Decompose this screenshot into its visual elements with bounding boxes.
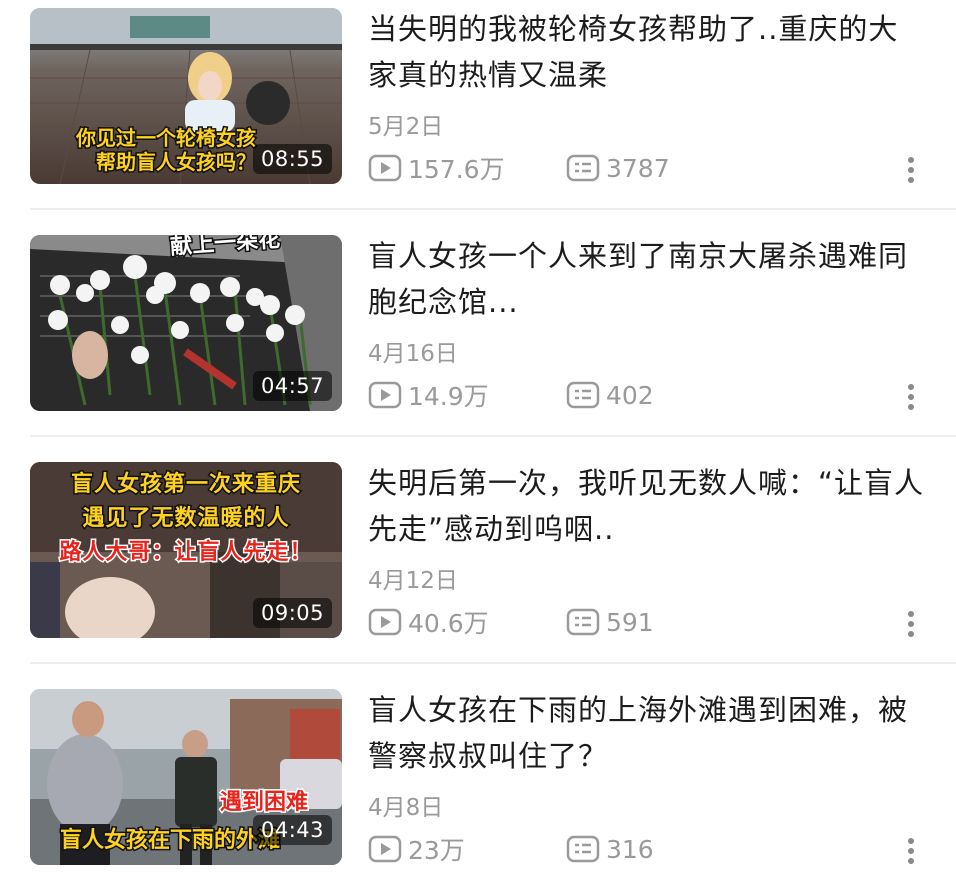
video-duration: 08:55: [252, 144, 332, 174]
video-thumbnail[interactable]: 盲人女孩第一次来重庆 遇见了无数温暖的人 路人大哥：让盲人先走！ 09:05: [30, 462, 342, 638]
publish-date: 4月8日: [368, 795, 444, 821]
video-title[interactable]: 当失明的我被轮椅女孩帮助了..重庆的大家真的热情又温柔: [368, 6, 928, 98]
danmaku-comment-icon: [566, 381, 600, 409]
video-duration: 04:43: [252, 815, 332, 845]
video-title[interactable]: 盲人女孩一个人来到了南京大屠杀遇难同胞纪念馆...: [368, 233, 928, 325]
video-stats: 14.9万 402: [368, 377, 654, 413]
play-count-icon: [368, 154, 402, 182]
play-count-icon: [368, 835, 402, 863]
video-thumbnail[interactable]: 遇到困难 盲人女孩在下雨的外滩 04:43: [30, 689, 342, 865]
divider: [30, 435, 956, 437]
video-item[interactable]: 你见过一个轮椅女孩 帮助盲人女孩吗？ 08:55 当失明的我被轮椅女孩帮助了..…: [0, 6, 956, 206]
video-title[interactable]: 盲人女孩在下雨的上海外滩遇到困难，被警察叔叔叫住了？: [368, 687, 928, 779]
more-vertical-icon[interactable]: [898, 152, 924, 188]
comment-count: 316: [566, 835, 654, 864]
play-count-icon: [368, 608, 402, 636]
video-duration: 04:57: [252, 371, 332, 401]
publish-date: 5月2日: [368, 114, 444, 140]
thumbnail-caption: 你见过一个轮椅女孩 帮助盲人女孩吗？: [75, 125, 258, 176]
video-title[interactable]: 失明后第一次，我听见无数人喊：“让盲人先走”感动到呜咽..: [368, 460, 928, 552]
more-vertical-icon[interactable]: [898, 379, 924, 415]
view-count: 157.6万: [368, 150, 505, 186]
view-count: 23万: [368, 831, 465, 867]
video-duration: 09:05: [252, 598, 332, 628]
comment-count: 3787: [566, 154, 670, 183]
danmaku-comment-icon: [566, 154, 600, 182]
play-count-icon: [368, 381, 402, 409]
danmaku-comment-icon: [566, 608, 600, 636]
thumbnail-caption: 盲人女孩第一次来重庆 遇见了无数温暖的人 路人大哥：让盲人先走！: [58, 471, 313, 567]
more-vertical-icon[interactable]: [898, 833, 924, 869]
comment-count: 402: [566, 381, 654, 410]
divider: [30, 208, 956, 210]
video-thumbnail[interactable]: 你见过一个轮椅女孩 帮助盲人女孩吗？ 08:55: [30, 8, 342, 184]
more-vertical-icon[interactable]: [898, 606, 924, 642]
danmaku-comment-icon: [566, 835, 600, 863]
view-count: 40.6万: [368, 604, 489, 640]
video-item[interactable]: 遇到困难 盲人女孩在下雨的外滩 04:43 盲人女孩在下雨的上海外滩遇到困难，被…: [0, 687, 956, 887]
video-stats: 23万 316: [368, 831, 654, 867]
video-item[interactable]: 献上一朵花 04:57 盲人女孩一个人来到了南京大屠杀遇难同胞纪念馆... 4月…: [0, 233, 956, 433]
publish-date: 4月16日: [368, 341, 458, 367]
publish-date: 4月12日: [368, 568, 458, 594]
comment-count: 591: [566, 608, 654, 637]
video-stats: 157.6万 3787: [368, 150, 670, 186]
view-count: 14.9万: [368, 377, 489, 413]
divider: [30, 662, 956, 664]
video-stats: 40.6万 591: [368, 604, 654, 640]
video-thumbnail[interactable]: 献上一朵花 04:57: [30, 235, 342, 411]
video-item[interactable]: 盲人女孩第一次来重庆 遇见了无数温暖的人 路人大哥：让盲人先走！ 09:05 失…: [0, 460, 956, 660]
